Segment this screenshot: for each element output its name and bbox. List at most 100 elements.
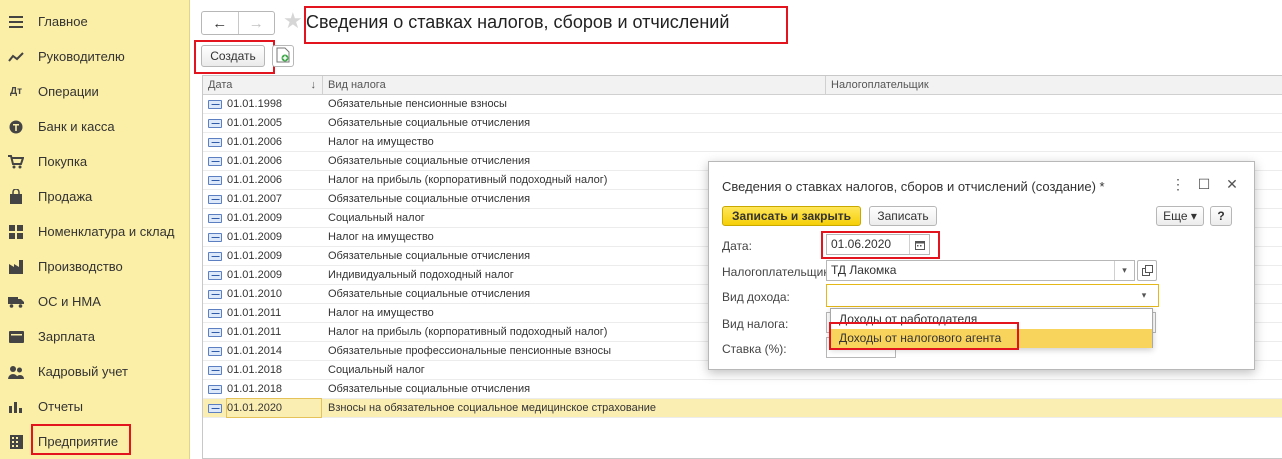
cell-tax-type: Налог на имущество bbox=[328, 136, 434, 148]
record-icon bbox=[208, 157, 222, 166]
sidebar-item-operations[interactable]: Дт Операции bbox=[0, 74, 190, 109]
record-icon bbox=[208, 347, 222, 356]
income-type-field[interactable]: ▾ bbox=[826, 284, 1159, 307]
sidebar-item-salary[interactable]: Зарплата bbox=[0, 319, 190, 354]
sidebar-item-label: Кадровый учет bbox=[38, 364, 128, 379]
people-icon bbox=[8, 364, 24, 380]
dropdown-item-tax-agent[interactable]: Доходы от налогового агента bbox=[831, 329, 1152, 348]
record-icon bbox=[208, 404, 222, 413]
save-button[interactable]: Записать bbox=[869, 206, 937, 226]
sidebar-item-bank[interactable]: Банк и касса bbox=[0, 109, 190, 144]
dialog-title: Сведения о ставках налогов, сборов и отч… bbox=[722, 179, 1105, 194]
table-row[interactable]: 01.01.2006 Налог на имущество bbox=[203, 133, 1282, 152]
favorite-star-icon[interactable]: ★ bbox=[283, 10, 303, 32]
sidebar-item-nomenclature[interactable]: Номенклатура и склад bbox=[0, 214, 190, 249]
grid-icon bbox=[8, 224, 24, 240]
sidebar-item-sales[interactable]: Продажа bbox=[0, 179, 190, 214]
record-icon bbox=[208, 309, 222, 318]
record-icon bbox=[208, 252, 222, 261]
sidebar: Главное Руководителю Дт Операции Банк и … bbox=[0, 0, 190, 459]
truck-icon bbox=[8, 294, 24, 310]
factory-icon bbox=[8, 259, 24, 275]
record-icon bbox=[208, 138, 222, 147]
column-header-taxpayer[interactable]: Налогоплательщик bbox=[826, 76, 1282, 95]
cell-date: 01.01.2007 bbox=[227, 193, 283, 205]
record-icon bbox=[208, 385, 222, 394]
sidebar-item-manager[interactable]: Руководителю bbox=[0, 39, 190, 74]
record-icon bbox=[208, 176, 222, 185]
cell-date: 01.01.2011 bbox=[227, 307, 282, 319]
table-row[interactable]: 01.01.2018 Обязательные социальные отчисл… bbox=[203, 380, 1282, 399]
cell-date: 01.01.2009 bbox=[227, 231, 283, 243]
sidebar-item-assets[interactable]: ОС и НМА bbox=[0, 284, 190, 319]
taxpayer-field[interactable]: ТД Лакомка ▾ bbox=[826, 260, 1135, 281]
close-icon[interactable]: ✕ bbox=[1223, 176, 1241, 193]
operations-icon: Дт bbox=[9, 86, 23, 97]
sidebar-item-label: Продажа bbox=[38, 189, 93, 204]
cell-tax-type: Обязательные пенсионные взносы bbox=[328, 98, 507, 110]
cell-tax-type: Взносы на обязательное социальное медици… bbox=[328, 402, 657, 414]
money-icon bbox=[8, 119, 24, 135]
table-row[interactable]: 01.01.1998 Обязательные пенсионные взносы bbox=[203, 95, 1282, 114]
record-icon bbox=[208, 119, 222, 128]
cell-date: 01.01.2020 bbox=[226, 398, 322, 418]
dropdown-item-employer[interactable]: Доходы от работодателя bbox=[831, 310, 1152, 329]
cell-date: 01.01.2014 bbox=[227, 345, 283, 357]
income-type-dropdown: Доходы от работодателя Доходы от налогов… bbox=[830, 308, 1153, 348]
chevron-down-icon[interactable]: ▾ bbox=[1114, 261, 1134, 280]
sidebar-item-reports[interactable]: Отчеты bbox=[0, 389, 190, 424]
bag-icon bbox=[8, 189, 24, 205]
forward-button[interactable]: → bbox=[239, 12, 275, 34]
date-field[interactable]: 01.06.2020 bbox=[826, 234, 930, 255]
table-row[interactable]: 01.01.2005 Обязательные социальные отчисл… bbox=[203, 114, 1282, 133]
sidebar-item-label: ОС и НМА bbox=[38, 294, 101, 309]
chevron-down-icon[interactable]: ▾ bbox=[1134, 285, 1154, 306]
cell-date: 01.01.2009 bbox=[227, 250, 283, 262]
navigation-buttons: ← → bbox=[201, 11, 275, 35]
sidebar-item-purchase[interactable]: Покупка bbox=[0, 144, 190, 179]
open-taxpayer-button[interactable] bbox=[1137, 260, 1157, 281]
table-header: Дата ↓ Вид налога Налогоплательщик bbox=[203, 76, 1282, 95]
rate-label: Ставка (%): bbox=[722, 342, 787, 356]
maximize-icon[interactable]: ☐ bbox=[1195, 176, 1213, 193]
cell-date: 01.01.2010 bbox=[227, 288, 283, 300]
menu-icon bbox=[8, 14, 24, 30]
save-and-close-button[interactable]: Записать и закрыть bbox=[722, 206, 861, 226]
bar-chart-icon bbox=[8, 399, 24, 415]
cell-date: 01.01.2006 bbox=[227, 155, 283, 167]
cell-date: 01.01.2018 bbox=[227, 383, 283, 395]
record-icon bbox=[208, 100, 222, 109]
copy-button[interactable] bbox=[272, 45, 294, 67]
sidebar-item-label: Покупка bbox=[38, 154, 88, 169]
cell-date: 01.01.2018 bbox=[227, 364, 283, 376]
column-header-tax-type[interactable]: Вид налога bbox=[323, 76, 826, 95]
dialog-menu-icon[interactable]: ⋮ bbox=[1169, 176, 1187, 193]
back-button[interactable]: ← bbox=[202, 12, 239, 34]
create-button[interactable]: Создать bbox=[201, 45, 265, 67]
record-icon bbox=[208, 290, 222, 299]
help-button[interactable]: ? bbox=[1210, 206, 1232, 226]
record-icon bbox=[208, 214, 222, 223]
record-icon bbox=[208, 233, 222, 242]
sidebar-item-hr[interactable]: Кадровый учет bbox=[0, 354, 190, 389]
sort-down-icon: ↓ bbox=[310, 79, 317, 91]
calendar-icon[interactable] bbox=[909, 235, 929, 254]
page-title: Сведения о ставках налогов, сборов и отч… bbox=[306, 12, 730, 32]
cell-date: 01.01.1998 bbox=[227, 98, 283, 110]
cell-tax-type: Обязательные социальные отчисления bbox=[328, 383, 531, 395]
sidebar-item-main[interactable]: Главное bbox=[0, 4, 190, 39]
wallet-icon bbox=[8, 329, 24, 345]
sidebar-item-label: Зарплата bbox=[38, 329, 95, 344]
sidebar-item-label: Отчеты bbox=[38, 399, 83, 414]
sidebar-item-label: Руководителю bbox=[38, 49, 125, 64]
cell-date: 01.01.2006 bbox=[227, 136, 283, 148]
tax-type-label: Вид налога: bbox=[722, 317, 789, 331]
date-label: Дата: bbox=[722, 239, 752, 253]
cell-date: 01.01.2006 bbox=[227, 174, 283, 186]
sidebar-item-enterprise[interactable]: Предприятие bbox=[0, 424, 190, 459]
sidebar-item-production[interactable]: Производство bbox=[0, 249, 190, 284]
column-header-date[interactable]: Дата ↓ bbox=[203, 76, 323, 95]
taxpayer-label: Налогоплательщик: bbox=[722, 265, 832, 279]
table-row[interactable]: 01.01.2020 Взносы на обязательное социаль… bbox=[203, 398, 1282, 418]
more-button[interactable]: Еще ▾ bbox=[1156, 206, 1204, 226]
